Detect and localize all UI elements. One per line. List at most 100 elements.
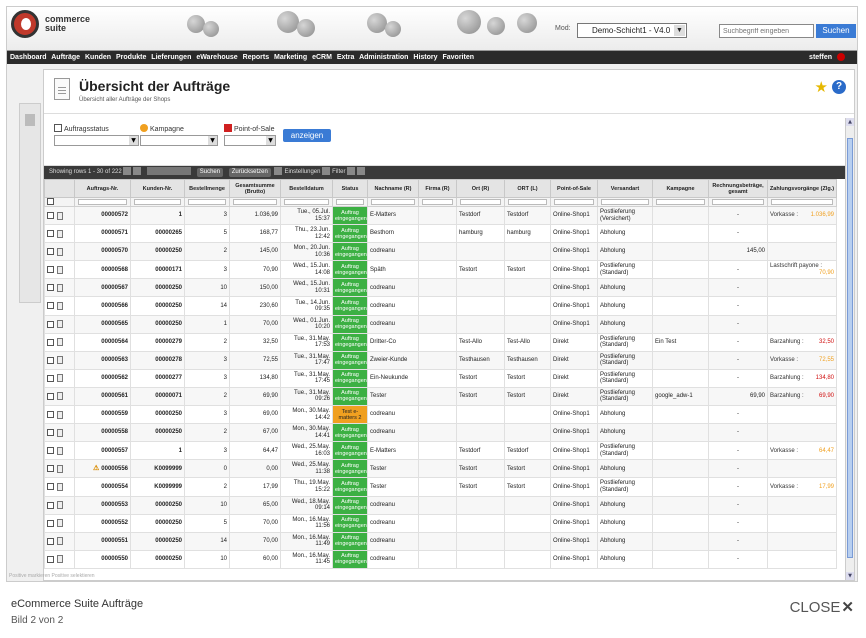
- table-row[interactable]: ⚠ 00000556 K0099999 0 0,00 Wed., 25.May. 11:38…: [44, 459, 837, 479]
- campaign-select[interactable]: ▼: [140, 135, 218, 146]
- customer-number[interactable]: 00000171: [130, 260, 185, 280]
- nav-item[interactable]: Reports: [243, 54, 269, 61]
- column-header[interactable]: Point-of-Sale: [550, 179, 598, 198]
- column-filter[interactable]: [504, 197, 551, 207]
- scroll-down-icon[interactable]: ▼: [846, 572, 854, 580]
- row-select[interactable]: [44, 278, 75, 298]
- side-tab[interactable]: [19, 103, 41, 303]
- show-button[interactable]: anzeigen: [283, 129, 331, 142]
- table-row[interactable]: 00000564 00000279 2 32,50 Tue., 31.May. 17:53…: [44, 332, 837, 352]
- table-row[interactable]: 00000571 00000265 5 168,77 Thu., 23.Jun. 12:4…: [44, 224, 837, 244]
- grid-reset-button[interactable]: Zurücksetzen: [228, 168, 271, 177]
- column-header[interactable]: ORT (L): [504, 179, 551, 198]
- customer-number[interactable]: K0099999: [130, 477, 185, 497]
- scrollbar[interactable]: ▲ ▼: [845, 118, 854, 580]
- column-header[interactable]: Bestellmenge: [184, 179, 230, 198]
- edit-icon[interactable]: [57, 410, 63, 419]
- search-button[interactable]: Suchen: [816, 24, 856, 38]
- order-number[interactable]: 00000570: [74, 242, 131, 262]
- nav-item[interactable]: Aufträge: [51, 54, 80, 61]
- table-row[interactable]: 00000551 00000250 14 70,00 Mon., 16.May. 11:4…: [44, 531, 837, 551]
- column-filter[interactable]: [44, 197, 75, 207]
- row-select[interactable]: [44, 477, 75, 497]
- nav-item[interactable]: Produkte: [116, 54, 146, 61]
- customer-number[interactable]: 00000250: [130, 495, 185, 515]
- customer-number[interactable]: 00000250: [130, 423, 185, 443]
- table-row[interactable]: 00000572 1 3 1.036,99 Tue., 05.Jul. 15:37 Auft…: [44, 205, 837, 226]
- column-filter-input[interactable]: [771, 199, 833, 205]
- help-icon[interactable]: ?: [832, 80, 846, 94]
- row-checkbox[interactable]: [47, 392, 54, 400]
- column-header[interactable]: Nachname (R): [367, 179, 419, 198]
- nav-item[interactable]: Extra: [337, 54, 355, 61]
- edit-icon[interactable]: [57, 338, 63, 347]
- row-select[interactable]: [44, 495, 75, 515]
- row-select[interactable]: [44, 459, 75, 479]
- column-filter-input[interactable]: [712, 199, 764, 205]
- table-row[interactable]: 00000558 00000250 2 67,00 Mon., 30.May. 14:41…: [44, 423, 837, 443]
- row-select[interactable]: [44, 386, 75, 407]
- customer-number[interactable]: 00000250: [130, 405, 185, 425]
- user-menu[interactable]: steffen: [809, 51, 848, 64]
- row-select[interactable]: [44, 368, 75, 388]
- column-filter[interactable]: [332, 197, 368, 207]
- customer-number[interactable]: 00000277: [130, 368, 185, 388]
- column-filter[interactable]: [708, 197, 768, 207]
- column-header[interactable]: Rechnungsbeträge, gesamt: [708, 179, 768, 198]
- table-row[interactable]: 00000553 00000250 10 65,00 Wed., 18.May. 09:1…: [44, 495, 837, 515]
- status-select[interactable]: ▼: [54, 135, 139, 146]
- footer-links[interactable]: Positive markieren Positive selektieren: [9, 573, 95, 579]
- table-row[interactable]: 00000559 00000250 3 69,00 Mon., 30.May. 14:42…: [44, 405, 837, 425]
- table-row[interactable]: 00000554 K0099999 2 17,99 Thu., 19.May. 15:22…: [44, 477, 837, 497]
- order-number[interactable]: 00000564: [74, 332, 131, 352]
- nav-item[interactable]: Dashboard: [10, 54, 47, 61]
- column-filter[interactable]: [130, 197, 185, 207]
- row-checkbox[interactable]: [47, 447, 54, 455]
- nav-item[interactable]: Lieferungen: [151, 54, 191, 61]
- row-checkbox[interactable]: [47, 411, 54, 419]
- edit-icon[interactable]: [57, 392, 63, 401]
- table-row[interactable]: 00000557 1 3 64,47 Wed., 25.May. 16:03 Auftrag…: [44, 441, 837, 461]
- row-checkbox[interactable]: [47, 212, 54, 219]
- column-filter-input[interactable]: [371, 199, 415, 205]
- nav-item[interactable]: History: [413, 54, 437, 61]
- nav-item[interactable]: eWarehouse: [196, 54, 237, 61]
- row-select[interactable]: [44, 205, 75, 226]
- row-checkbox[interactable]: [47, 483, 54, 491]
- settings-link[interactable]: Einstellungen: [284, 169, 320, 175]
- edit-icon[interactable]: [57, 519, 63, 528]
- pager-icon[interactable]: [123, 167, 132, 176]
- row-select[interactable]: [44, 242, 75, 262]
- customer-number[interactable]: 1: [130, 205, 185, 226]
- customer-number[interactable]: 00000250: [130, 549, 185, 569]
- row-select[interactable]: [44, 296, 75, 316]
- nav-item[interactable]: Marketing: [274, 54, 307, 61]
- order-number[interactable]: 00000563: [74, 350, 131, 370]
- column-filter[interactable]: [74, 197, 131, 207]
- table-row[interactable]: 00000566 00000250 14 230,60 Tue., 14.Jun. 09:…: [44, 296, 837, 316]
- row-select[interactable]: [44, 332, 75, 352]
- order-number[interactable]: 00000558: [74, 423, 131, 443]
- row-checkbox[interactable]: [47, 555, 54, 563]
- row-checkbox[interactable]: [47, 302, 54, 310]
- table-row[interactable]: 00000568 00000171 3 70,90 Wed., 15.Jun. 14:08…: [44, 260, 837, 280]
- order-number[interactable]: 00000557: [74, 441, 131, 461]
- column-filter[interactable]: [418, 197, 457, 207]
- customer-number[interactable]: 00000250: [130, 531, 185, 551]
- table-row[interactable]: 00000570 00000250 2 145,00 Mon., 20.Jun. 10:3…: [44, 242, 837, 262]
- customer-number[interactable]: 00000278: [130, 350, 185, 370]
- column-filter-input[interactable]: [554, 199, 594, 205]
- edit-icon[interactable]: [57, 555, 63, 564]
- order-number[interactable]: 00000552: [74, 513, 131, 533]
- table-row[interactable]: 00000552 00000250 5 70,00 Mon., 16.May. 11:56…: [44, 513, 837, 533]
- order-number[interactable]: 00000551: [74, 531, 131, 551]
- close-button[interactable]: CLOSE✕: [790, 598, 854, 616]
- edit-icon[interactable]: [57, 211, 63, 220]
- nav-item[interactable]: Administration: [359, 54, 408, 61]
- column-header[interactable]: Auftrags-Nr.: [74, 179, 131, 198]
- column-filter[interactable]: [767, 197, 837, 207]
- select-all-checkbox[interactable]: [47, 198, 54, 206]
- order-number[interactable]: 00000550: [74, 549, 131, 569]
- column-filter-input[interactable]: [656, 199, 705, 205]
- column-filter[interactable]: [184, 197, 230, 207]
